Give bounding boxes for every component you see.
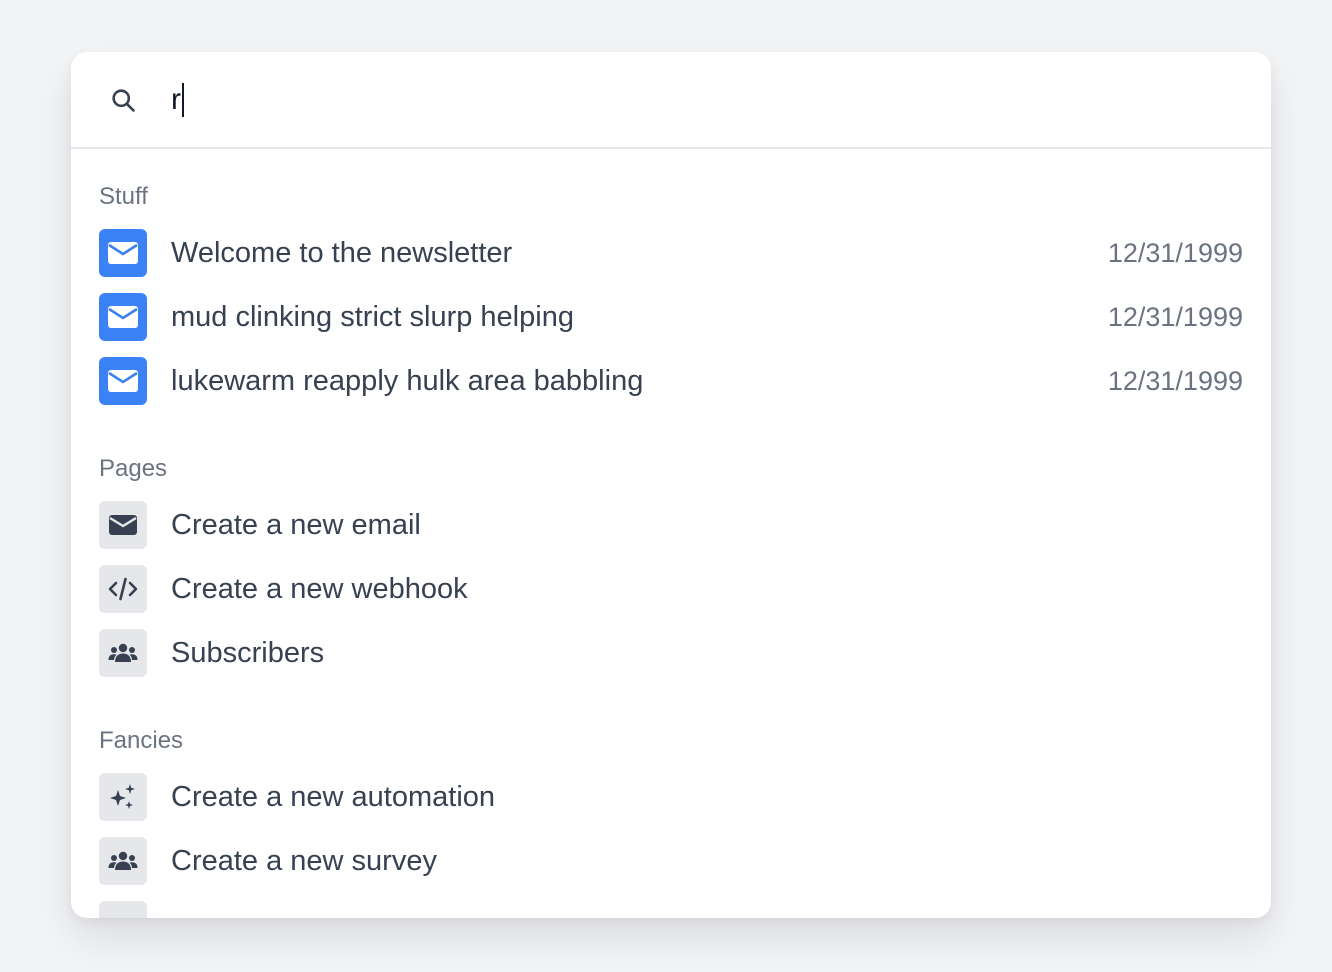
code-icon	[99, 565, 147, 613]
mail-icon	[99, 501, 147, 549]
command-palette: r Stuff Welcome to the newsletter 12/31/…	[71, 52, 1271, 918]
search-bar[interactable]: r	[71, 52, 1271, 149]
group-pages: Create a new email Create a new webhook	[99, 493, 1243, 685]
group-fancies: Create a new automation Create a new sur…	[99, 765, 1243, 918]
result-item[interactable]: Create a new email	[99, 493, 1243, 557]
results-list: Stuff Welcome to the newsletter 12/31/19…	[71, 181, 1271, 918]
result-item[interactable]: Welcome to the newsletter 12/31/1999	[99, 221, 1243, 285]
sparkles-icon	[99, 773, 147, 821]
result-item[interactable]: Create a new automation	[99, 765, 1243, 829]
mail-icon	[99, 357, 147, 405]
group-title-stuff: Stuff	[99, 183, 148, 210]
result-label: Create a new survey	[171, 844, 437, 877]
result-label: mud clinking strict slurp helping	[171, 300, 574, 333]
result-label: Create a new webhook	[171, 572, 468, 605]
result-date: 12/31/1999	[1107, 301, 1243, 332]
search-icon	[109, 86, 137, 114]
group-title-pages: Pages	[99, 455, 168, 482]
search-input-value: r	[171, 82, 181, 116]
result-label: Create a new email	[171, 508, 421, 541]
result-item[interactable]: Create a new survey	[99, 829, 1243, 893]
users-icon	[99, 629, 147, 677]
users-icon	[99, 837, 147, 885]
text-caret	[182, 82, 184, 117]
result-label: Welcome to the newsletter	[171, 236, 513, 269]
result-label: lukewarm reapply hulk area babbling	[171, 364, 644, 397]
result-item[interactable]: mud clinking strict slurp helping 12/31/…	[99, 285, 1243, 349]
group-stuff: Welcome to the newsletter 12/31/1999 mud…	[99, 221, 1243, 413]
mail-icon	[99, 229, 147, 277]
group-title-fancies: Fancies	[99, 727, 184, 754]
result-date: 12/31/1999	[1107, 365, 1243, 396]
result-label: Subscribers	[171, 636, 325, 669]
result-item[interactable]: Create a new webhook	[99, 557, 1243, 621]
result-item-partial[interactable]	[99, 893, 1243, 918]
result-item[interactable]: Subscribers	[99, 621, 1243, 685]
mail-icon	[99, 293, 147, 341]
result-label: Create a new automation	[171, 780, 496, 813]
result-item[interactable]: lukewarm reapply hulk area babbling 12/3…	[99, 349, 1243, 413]
result-date: 12/31/1999	[1107, 237, 1243, 268]
search-input[interactable]: r	[171, 82, 184, 117]
item-icon	[99, 901, 147, 918]
